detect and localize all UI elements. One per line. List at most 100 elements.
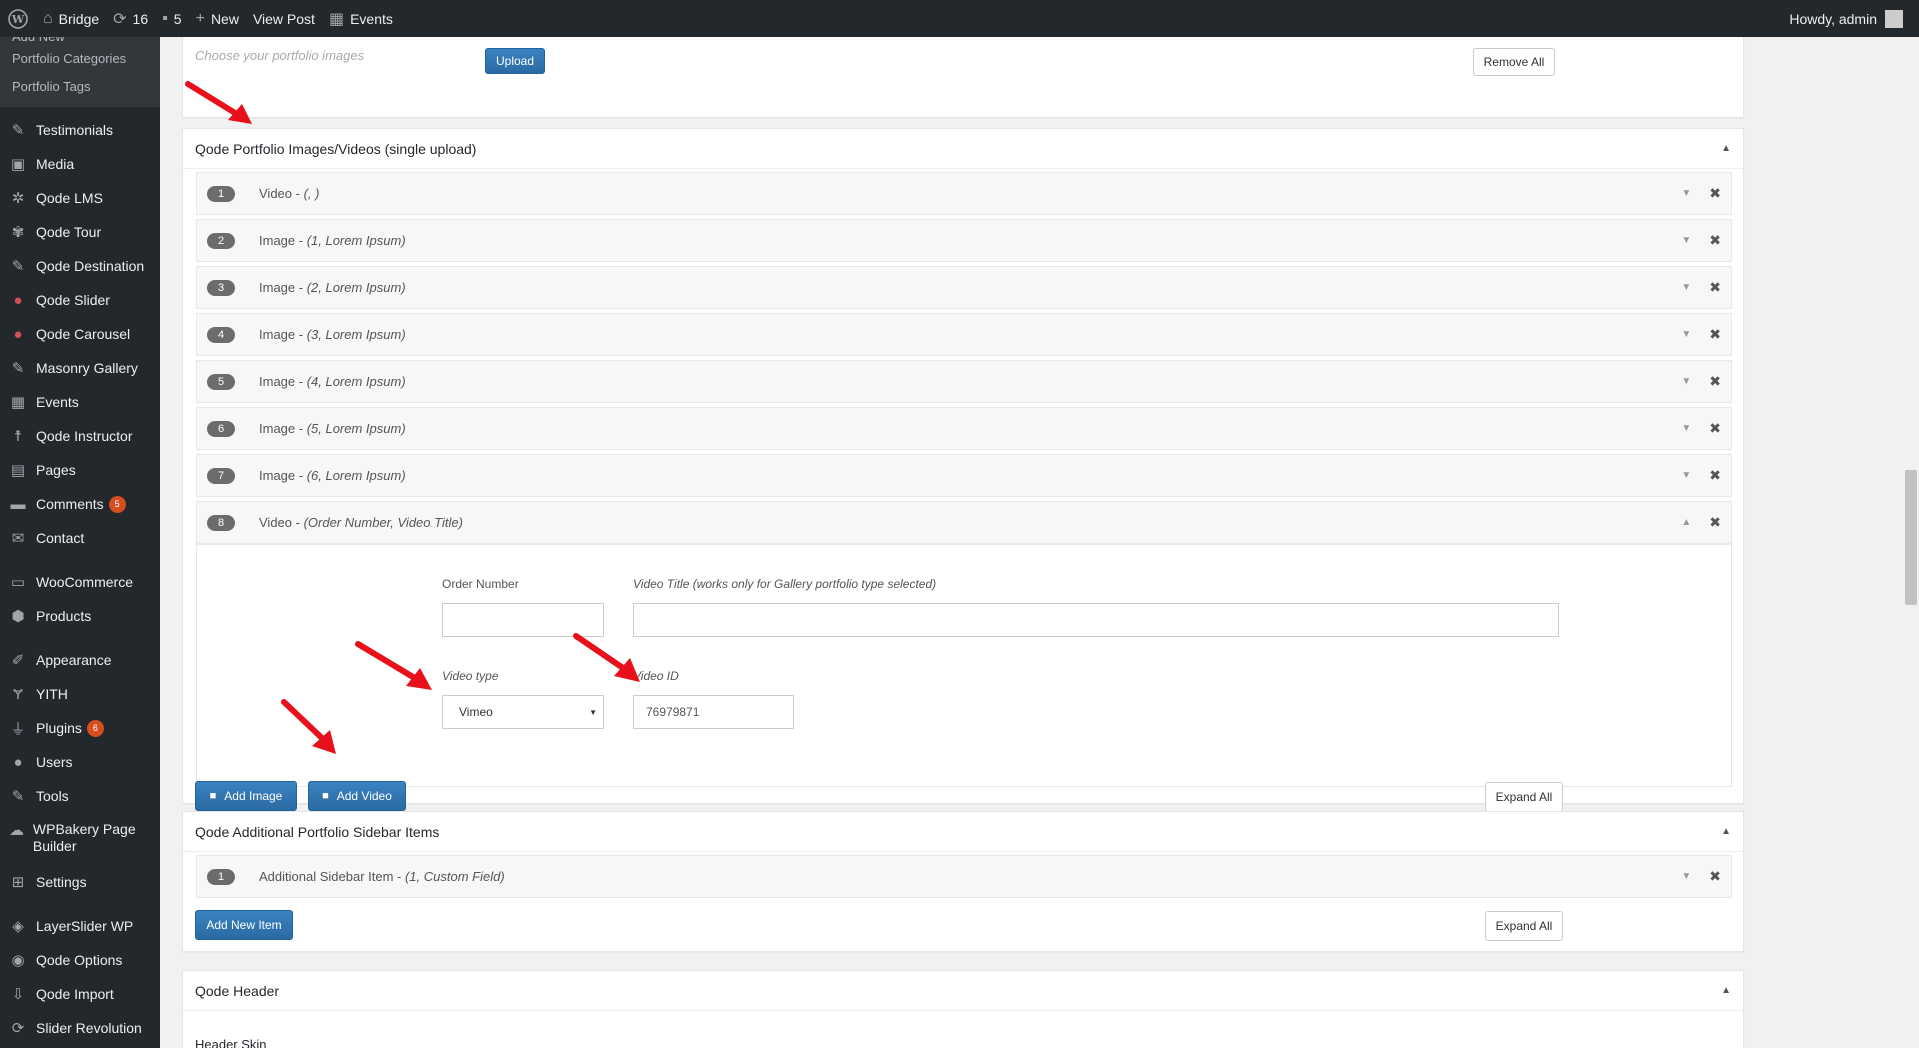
video-type-label: Video type bbox=[442, 669, 499, 683]
list-item[interactable]: 1 Video - (, ) ▼ ✖ bbox=[196, 172, 1732, 215]
item-number: 1 bbox=[207, 868, 235, 885]
sidebar-item-qode-lms[interactable]: ✲ Qode LMS bbox=[0, 181, 160, 215]
expand-caret-icon[interactable]: ▼ bbox=[1681, 423, 1691, 434]
add-video-button[interactable]: ■ Add Video bbox=[308, 781, 406, 811]
expand-caret-icon[interactable]: ▼ bbox=[1681, 188, 1691, 199]
camera-icon: ■ bbox=[209, 790, 217, 802]
remove-item-icon[interactable]: ✖ bbox=[1709, 232, 1721, 249]
expand-all-button[interactable]: Expand All bbox=[1485, 911, 1563, 941]
remove-all-button[interactable]: Remove All bbox=[1473, 48, 1555, 76]
sidebar-item-qode-carousel[interactable]: ● Qode Carousel bbox=[0, 317, 160, 351]
submenu-item-portfolio-categories[interactable]: Portfolio Categories bbox=[0, 45, 160, 73]
list-item[interactable]: 3 Image - (2, Lorem Ipsum) ▼ ✖ bbox=[196, 266, 1732, 309]
updates-icon: ⟳ bbox=[113, 10, 127, 28]
qode-header-header[interactable]: Qode Header ▲ bbox=[183, 971, 1743, 1011]
list-item[interactable]: 2 Image - (1, Lorem Ipsum) ▼ ✖ bbox=[196, 219, 1732, 262]
my-account-link[interactable]: Howdy, admin bbox=[1782, 0, 1919, 37]
sidebar-item-qode-slider[interactable]: ● Qode Slider bbox=[0, 283, 160, 317]
comments-link[interactable]: ▪ 5 bbox=[155, 0, 188, 37]
sidebar-item-masonry-gallery[interactable]: ✎ Masonry Gallery bbox=[0, 351, 160, 385]
wordpress-logo-icon[interactable]: W bbox=[0, 0, 36, 37]
mail-icon: ✉ bbox=[11, 530, 25, 547]
remove-item-icon[interactable]: ✖ bbox=[1709, 420, 1721, 437]
box-title: Qode Header bbox=[195, 982, 280, 999]
settings-icon: ⊞ bbox=[11, 874, 25, 891]
additional-sidebar-items-header[interactable]: Qode Additional Portfolio Sidebar Items … bbox=[183, 812, 1743, 852]
collapse-arrow-icon[interactable]: ▲ bbox=[1721, 143, 1731, 154]
sidebar-item-qode-tour[interactable]: ✾ Qode Tour bbox=[0, 215, 160, 249]
sidebar-item-appearance[interactable]: ✐ Appearance bbox=[0, 643, 160, 677]
list-item[interactable]: 5 Image - (4, Lorem Ipsum) ▼ ✖ bbox=[196, 360, 1732, 403]
sidebar-item-yith[interactable]: Ɏ YITH bbox=[0, 677, 160, 711]
sidebar-item-slider-revolution[interactable]: ⟳ Slider Revolution bbox=[0, 1011, 160, 1045]
sidebar-item-pages[interactable]: ▤ Pages bbox=[0, 453, 160, 487]
video-id-field[interactable]: 76979871 bbox=[633, 695, 794, 729]
sidebar-item-users[interactable]: ● Users bbox=[0, 745, 160, 779]
sidebar-item-testimonials[interactable]: ✎ Testimonials bbox=[0, 113, 160, 147]
sidebar-item-media[interactable]: ▣ Media bbox=[0, 147, 160, 181]
updates-link[interactable]: ⟳ 16 bbox=[106, 0, 155, 37]
sidebar-item-qode-import[interactable]: ⇩ Qode Import bbox=[0, 977, 160, 1011]
collapse-arrow-icon[interactable]: ▲ bbox=[1721, 826, 1731, 837]
expand-caret-icon[interactable]: ▼ bbox=[1681, 470, 1691, 481]
order-number-field[interactable] bbox=[442, 603, 604, 637]
remove-item-icon[interactable]: ✖ bbox=[1709, 326, 1721, 343]
sidebar-item-products[interactable]: ⬢ Products bbox=[0, 599, 160, 633]
submenu-item-portfolio-tags[interactable]: Portfolio Tags bbox=[0, 73, 160, 101]
sidebar-item-contact[interactable]: ✉ Contact bbox=[0, 521, 160, 555]
expand-caret-icon[interactable]: ▼ bbox=[1681, 282, 1691, 293]
sidebar-item-plugins[interactable]: ⏚ Plugins 6 bbox=[0, 711, 160, 745]
submenu-item-add-new[interactable]: Add New bbox=[0, 37, 160, 45]
collapse-arrow-icon[interactable]: ▲ bbox=[1721, 985, 1731, 996]
brush-icon: ✐ bbox=[11, 652, 25, 669]
list-item-expanded[interactable]: 8 Video - (Order Number, Video Title) ▲ ✖ bbox=[196, 501, 1732, 544]
sidebar-item-comments[interactable]: ▬ Comments 5 bbox=[0, 487, 160, 521]
expand-all-button[interactable]: Expand All bbox=[1485, 782, 1563, 812]
video-title-field[interactable] bbox=[633, 603, 1559, 637]
sidebar-item-tools[interactable]: ✎ Tools bbox=[0, 779, 160, 813]
collapse-caret-icon[interactable]: ▲ bbox=[1681, 517, 1691, 528]
order-number-label: Order Number bbox=[442, 577, 519, 591]
comment-icon: ▬ bbox=[10, 495, 26, 513]
list-item[interactable]: 7 Image - (6, Lorem Ipsum) ▼ ✖ bbox=[196, 454, 1732, 497]
upload-button[interactable]: Upload bbox=[485, 48, 545, 74]
video-type-select[interactable]: Vimeo ▼ bbox=[442, 695, 604, 729]
list-item[interactable]: 1 Additional Sidebar Item - (1, Custom Fi… bbox=[196, 855, 1732, 898]
portfolio-items-list: 1 Video - (, ) ▼ ✖ 2 Image - (1, Lorem Ipsum… bbox=[196, 172, 1732, 787]
remove-item-icon[interactable]: ✖ bbox=[1709, 373, 1721, 390]
expand-caret-icon[interactable]: ▼ bbox=[1681, 376, 1691, 387]
sidebar-item-settings[interactable]: ⊞ Settings bbox=[0, 865, 160, 899]
remove-item-icon[interactable]: ✖ bbox=[1709, 185, 1721, 202]
expand-caret-icon[interactable]: ▼ bbox=[1681, 871, 1691, 882]
list-item[interactable]: 4 Image - (3, Lorem Ipsum) ▼ ✖ bbox=[196, 313, 1732, 356]
plugins-badge: 6 bbox=[86, 719, 104, 737]
remove-item-icon[interactable]: ✖ bbox=[1709, 868, 1721, 885]
sidebar-item-qode-instructor[interactable]: ☨ Qode Instructor bbox=[0, 419, 160, 453]
remove-item-icon[interactable]: ✖ bbox=[1709, 467, 1721, 484]
list-item[interactable]: 6 Image - (5, Lorem Ipsum) ▼ ✖ bbox=[196, 407, 1732, 450]
scrollbar-thumb[interactable] bbox=[1905, 470, 1917, 605]
sidebar-item-woocommerce[interactable]: ▭ WooCommerce bbox=[0, 565, 160, 599]
portfolio-images-videos-box: Qode Portfolio Images/Videos (single upl… bbox=[182, 128, 1744, 812]
expand-caret-icon[interactable]: ▼ bbox=[1681, 329, 1691, 340]
qode-header-box: Qode Header ▲ Header Skin bbox=[182, 970, 1744, 1048]
page-scrollbar[interactable] bbox=[1902, 37, 1919, 1048]
sidebar-item-wpbakery[interactable]: ☁ WPBakery Page Builder bbox=[0, 813, 160, 865]
add-new-item-button[interactable]: Add New Item bbox=[195, 910, 293, 940]
add-image-button[interactable]: ■ Add Image bbox=[195, 781, 297, 811]
view-post-link[interactable]: View Post bbox=[246, 0, 322, 37]
remove-item-icon[interactable]: ✖ bbox=[1709, 514, 1721, 531]
woo-icon: ▭ bbox=[10, 574, 26, 591]
sidebar-item-qode-options[interactable]: ◉ Qode Options bbox=[0, 943, 160, 977]
site-name-link[interactable]: ⌂ Bridge bbox=[36, 0, 106, 37]
sidebar-item-qode-destination[interactable]: ✎ Qode Destination bbox=[0, 249, 160, 283]
expand-caret-icon[interactable]: ▼ bbox=[1681, 235, 1691, 246]
sidebar-item-events[interactable]: ▦ Events bbox=[0, 385, 160, 419]
portfolio-images-placeholder: Choose your portfolio images bbox=[195, 48, 365, 63]
user-icon: ● bbox=[13, 753, 23, 771]
new-content-link[interactable]: + New bbox=[189, 0, 246, 37]
events-link[interactable]: ▦ Events bbox=[322, 0, 400, 37]
remove-item-icon[interactable]: ✖ bbox=[1709, 279, 1721, 296]
sidebar-item-layerslider[interactable]: ◈ LayerSlider WP bbox=[0, 909, 160, 943]
portfolio-images-videos-header[interactable]: Qode Portfolio Images/Videos (single upl… bbox=[183, 129, 1743, 169]
